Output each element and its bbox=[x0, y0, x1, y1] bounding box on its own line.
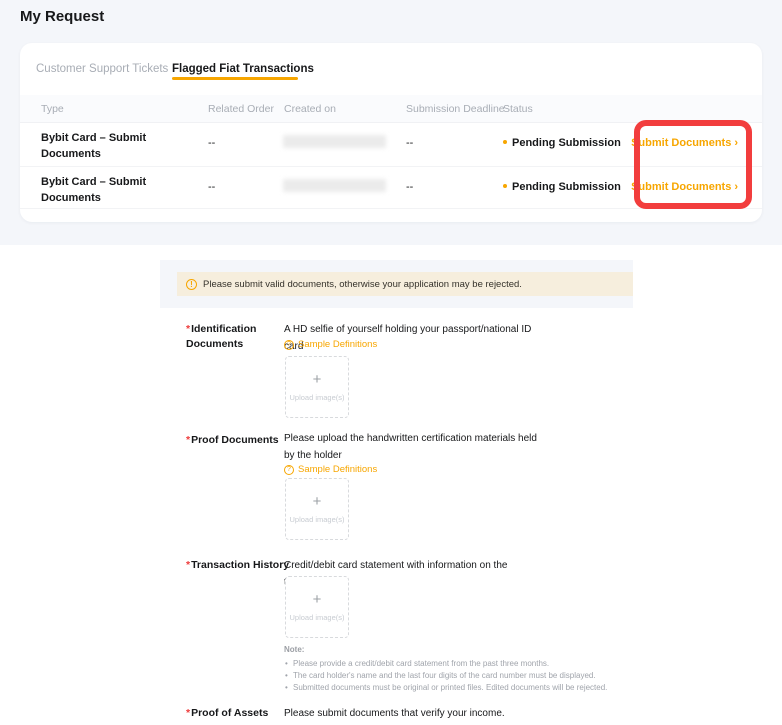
plus-icon: + bbox=[313, 592, 322, 607]
status-badge: Pending Submission bbox=[503, 137, 621, 149]
field-label-transaction-history: *Transaction History bbox=[186, 558, 290, 573]
column-header-related-order: Related Order bbox=[208, 103, 274, 115]
active-tab-underline bbox=[172, 77, 298, 80]
status-dot-icon bbox=[503, 184, 507, 188]
field-label-identification-documents: *Identification Documents bbox=[186, 322, 290, 352]
column-header-status: Status bbox=[503, 103, 533, 115]
upload-image-box-transaction-history[interactable]: + Upload image(s) bbox=[285, 576, 349, 638]
info-icon: ! bbox=[186, 279, 197, 290]
status-dot-icon bbox=[503, 140, 507, 144]
required-asterisk: * bbox=[186, 707, 190, 719]
note-item: The card holder's name and the last four… bbox=[284, 670, 624, 682]
field-label-proof-documents: *Proof Documents bbox=[186, 433, 290, 448]
note-list: Please provide a credit/debit card state… bbox=[284, 658, 624, 694]
note-block: Note: Please provide a credit/debit card… bbox=[284, 645, 624, 694]
sample-definitions-link[interactable]: ? Sample Definitions bbox=[284, 339, 377, 350]
required-asterisk: * bbox=[186, 559, 190, 571]
submission-deadline-cell: -- bbox=[406, 137, 413, 149]
note-item: Please provide a credit/debit card state… bbox=[284, 658, 624, 670]
warning-banner-text: Please submit valid documents, otherwise… bbox=[203, 279, 522, 290]
upload-image-box-identification[interactable]: + Upload image(s) bbox=[285, 356, 349, 418]
type-cell: Bybit Card – Submit Documents bbox=[41, 174, 153, 206]
type-cell: Bybit Card – Submit Documents bbox=[41, 130, 153, 162]
created-on-redacted-value bbox=[283, 135, 386, 148]
plus-icon: + bbox=[313, 372, 322, 387]
question-icon: ? bbox=[284, 465, 294, 475]
upload-image-box-proof[interactable]: + Upload image(s) bbox=[285, 478, 349, 540]
tab-flagged-fiat-transactions[interactable]: Flagged Fiat Transactions bbox=[172, 63, 314, 75]
related-order-cell: -- bbox=[208, 137, 215, 149]
upload-label: Upload image(s) bbox=[289, 393, 344, 402]
required-asterisk: * bbox=[186, 434, 190, 446]
page-title: My Request bbox=[20, 8, 104, 25]
question-icon: ? bbox=[284, 340, 294, 350]
column-header-type: Type bbox=[41, 103, 64, 115]
table-header: Type Related Order Created on Submission… bbox=[20, 95, 762, 123]
field-label-proof-of-assets: *Proof of Assets bbox=[186, 706, 290, 721]
required-asterisk: * bbox=[186, 323, 190, 335]
sample-definitions-link[interactable]: ? Sample Definitions bbox=[284, 464, 377, 475]
note-item: Submitted documents must be original or … bbox=[284, 682, 624, 694]
upload-label: Upload image(s) bbox=[289, 515, 344, 524]
red-annotation-box bbox=[634, 120, 752, 209]
upload-label: Upload image(s) bbox=[289, 613, 344, 622]
related-order-cell: -- bbox=[208, 181, 215, 193]
note-title: Note: bbox=[284, 645, 624, 654]
column-header-created-on: Created on bbox=[284, 103, 336, 115]
submission-deadline-cell: -- bbox=[406, 181, 413, 193]
status-badge: Pending Submission bbox=[503, 181, 621, 193]
column-header-submission-deadline: Submission Deadline bbox=[406, 103, 505, 115]
plus-icon: + bbox=[313, 494, 322, 509]
created-on-redacted-value bbox=[283, 179, 386, 192]
field-description: Please upload the handwritten certificat… bbox=[284, 430, 546, 464]
field-description: Please submit documents that verify your… bbox=[284, 705, 546, 722]
tab-customer-support-tickets[interactable]: Customer Support Tickets bbox=[36, 63, 168, 75]
warning-banner: ! Please submit valid documents, otherwi… bbox=[177, 272, 633, 296]
